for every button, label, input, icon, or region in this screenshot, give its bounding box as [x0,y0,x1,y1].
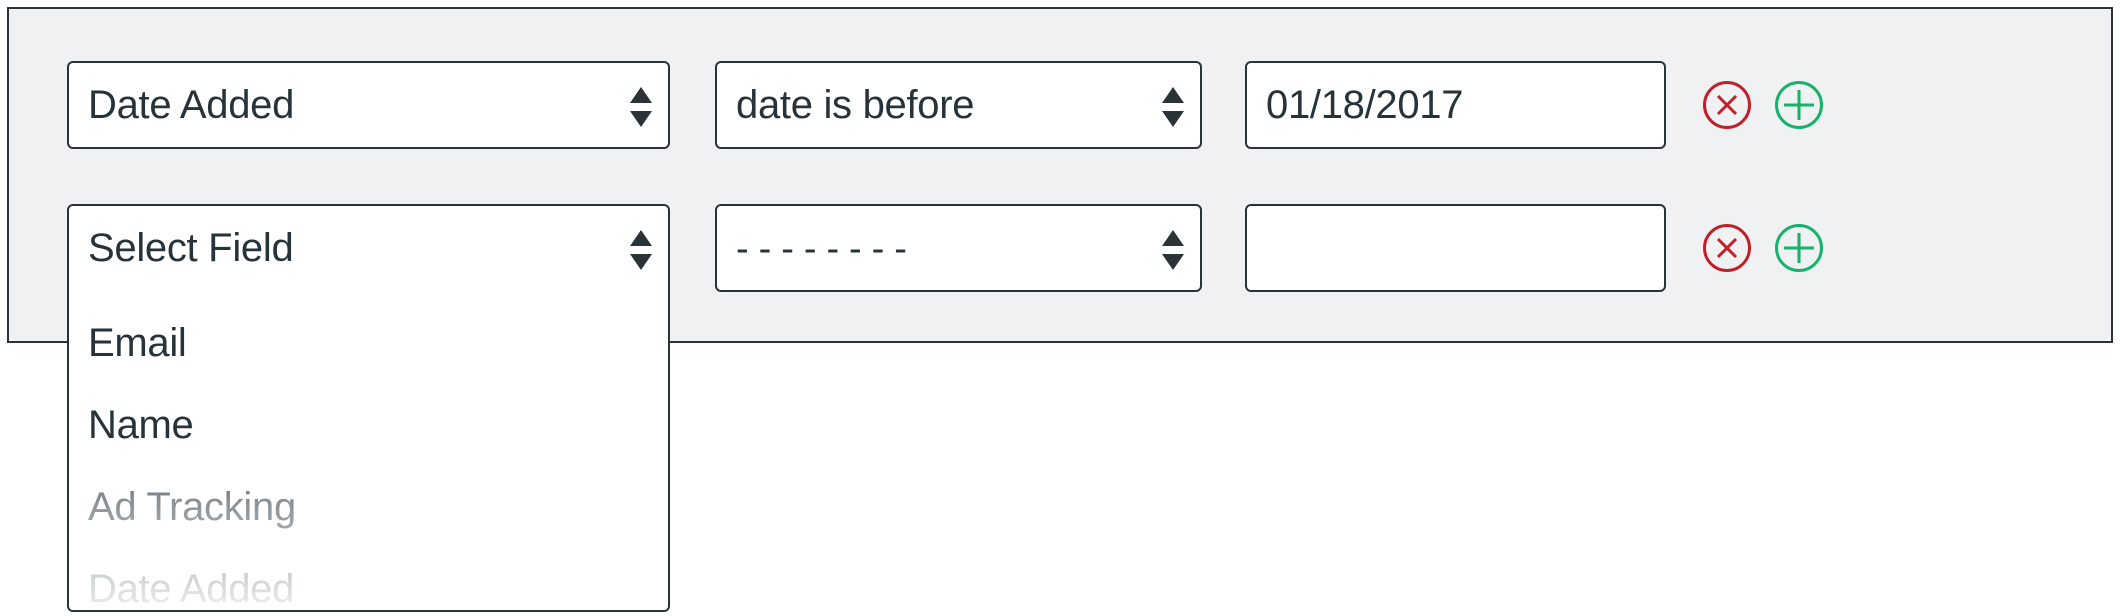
field-select-row-1[interactable]: Date Added [67,61,670,149]
operator-select-value: - - - - - - - - [736,228,907,270]
sort-arrows-icon [630,87,652,127]
add-circle-plus-icon [1775,81,1823,129]
field-select-value: Date Added [88,83,295,127]
remove-row-1-button[interactable] [1702,80,1752,130]
add-circle-plus-icon [1775,224,1823,272]
value-input-row-1[interactable]: 01/18/2017 [1245,61,1666,149]
field-select-value: Select Field [88,226,294,270]
dropdown-option-ad-tracking[interactable]: Ad Tracking [88,483,296,531]
field-select-row-2[interactable]: Select Field [67,204,670,292]
operator-select-row-2[interactable]: - - - - - - - - [715,204,1202,292]
dropdown-option-date-added[interactable]: Date Added [88,565,294,610]
remove-row-2-button[interactable] [1702,223,1752,273]
operator-select-value: date is before [736,83,975,127]
remove-circle-x-icon [1703,81,1751,129]
dropdown-option-name[interactable]: Name [88,401,194,449]
remove-circle-x-icon [1703,224,1751,272]
value-input-text: 01/18/2017 [1266,83,1464,127]
sort-arrows-icon [1162,87,1184,127]
add-row-1-button[interactable] [1774,80,1824,130]
field-dropdown-list[interactable]: Email Name Ad Tracking Date Added [67,289,670,612]
dropdown-option-email[interactable]: Email [88,319,187,367]
sort-arrows-icon [1162,230,1184,270]
value-input-row-2[interactable] [1245,204,1666,292]
operator-select-row-1[interactable]: date is before [715,61,1202,149]
add-row-2-button[interactable] [1774,223,1824,273]
sort-arrows-icon [630,230,652,270]
